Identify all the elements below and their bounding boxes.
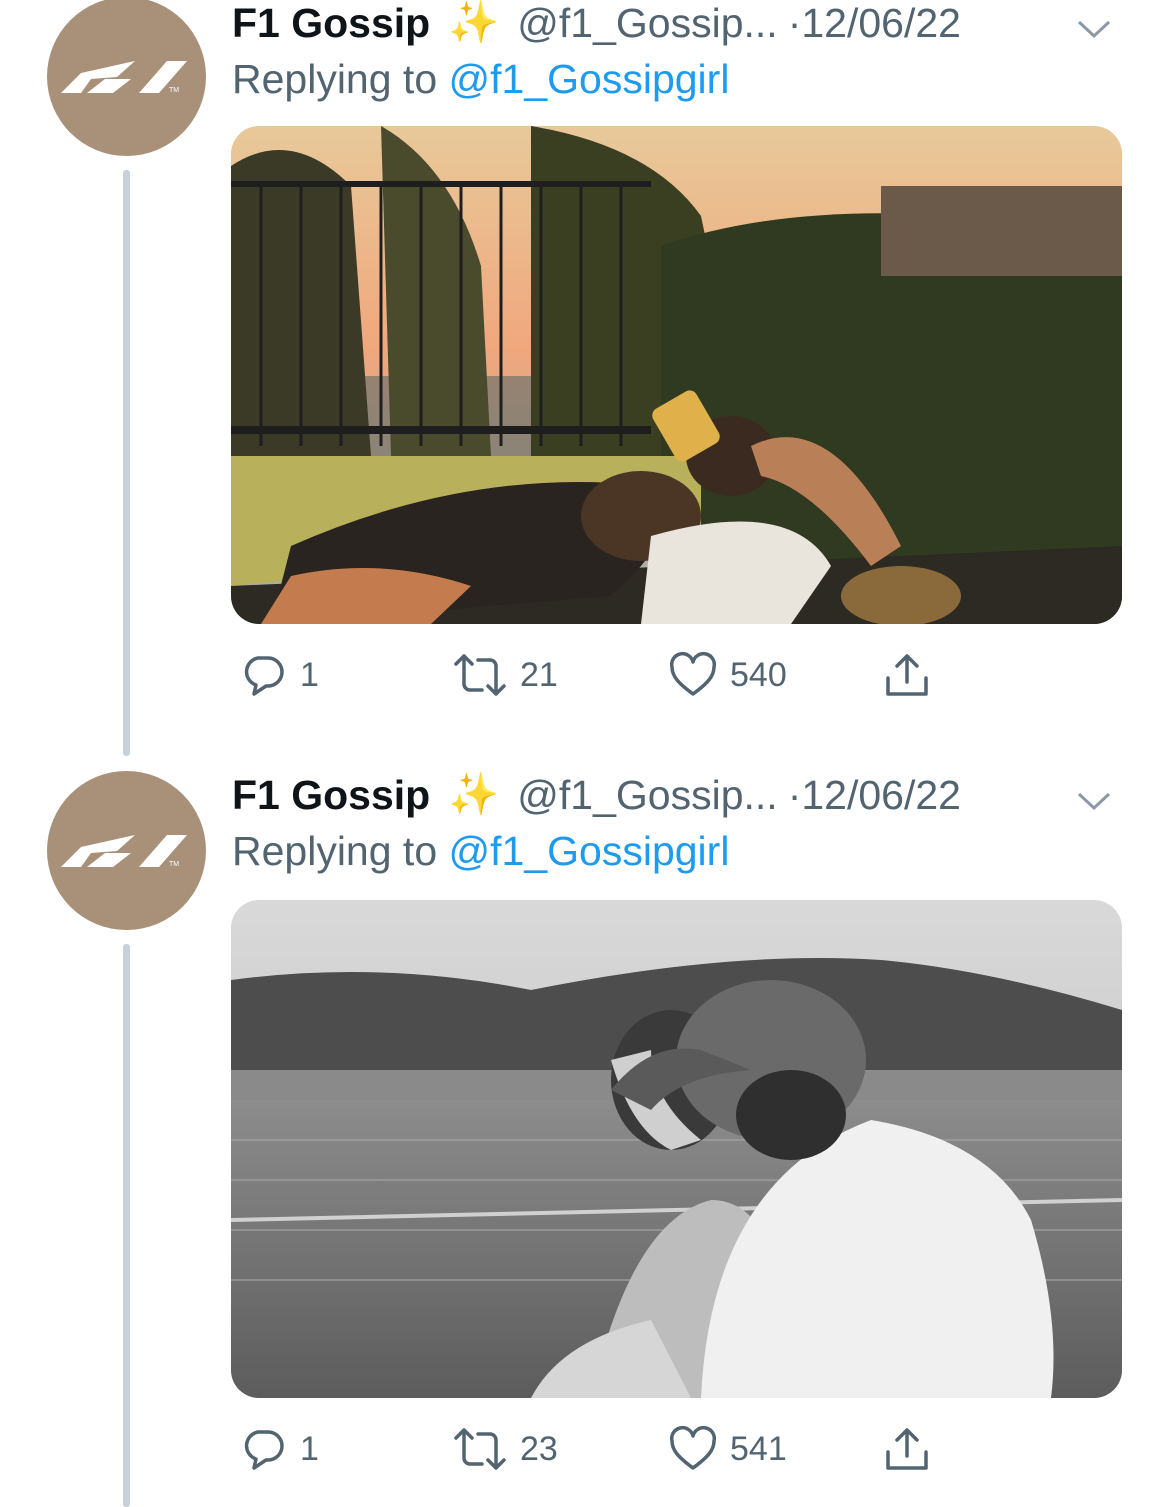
reply-button[interactable]: 1 [238, 1424, 319, 1474]
avatar[interactable]: TM [47, 0, 206, 156]
separator: · [787, 771, 802, 818]
reply-count: 1 [300, 1429, 319, 1468]
tweet-2[interactable]: TM F1 Gossip ✨ @f1_Gossip... · 12/06/22 … [0, 771, 1170, 1507]
separator: · [787, 0, 802, 46]
reply-count: 1 [300, 655, 319, 694]
replying-prefix: Replying to [232, 828, 438, 874]
retweet-icon [454, 654, 506, 696]
f1-logo-icon: TM [61, 835, 187, 868]
chevron-down-icon[interactable] [1076, 4, 1112, 51]
tweet-actions: 1 21 540 [232, 650, 952, 710]
like-button[interactable]: 540 [668, 650, 787, 700]
thread-line [123, 170, 130, 756]
like-count: 541 [730, 1429, 787, 1468]
retweet-count: 23 [520, 1429, 558, 1468]
reply-button[interactable]: 1 [238, 650, 319, 700]
tweet-header: F1 Gossip ✨ @f1_Gossip... · 12/06/22 [232, 0, 1140, 46]
reply-icon [244, 1430, 284, 1470]
replying-to-line: Replying to @f1_Gossipgirl [232, 828, 729, 875]
replying-prefix: Replying to [232, 56, 438, 102]
retweet-button[interactable]: 23 [452, 1424, 558, 1474]
tweet-header: F1 Gossip ✨ @f1_Gossip... · 12/06/22 [232, 771, 1140, 819]
share-button[interactable] [882, 650, 932, 700]
svg-text:TM: TM [169, 861, 179, 868]
share-icon [886, 654, 928, 696]
tweet-date[interactable]: 12/06/22 [801, 772, 961, 819]
author-name[interactable]: F1 Gossip [232, 772, 430, 819]
like-button[interactable]: 541 [668, 1424, 787, 1474]
avatar[interactable]: TM [47, 771, 206, 930]
mention-link[interactable]: @f1_Gossipgirl [449, 56, 730, 102]
tweet-1[interactable]: TM F1 Gossip ✨ @f1_Gossip... · 12/06/22 … [0, 0, 1170, 760]
tweet-photo[interactable] [231, 900, 1122, 1398]
tweet-date[interactable]: 12/06/22 [801, 0, 961, 47]
tweet-actions: 1 23 541 [232, 1424, 952, 1484]
mention-link[interactable]: @f1_Gossipgirl [449, 828, 730, 874]
chevron-down-icon[interactable] [1076, 776, 1112, 823]
f1-logo-icon: TM [61, 61, 187, 94]
sparkle-icon: ✨ [448, 771, 500, 817]
reply-icon [244, 656, 284, 696]
author-handle[interactable]: @f1_Gossip... [517, 0, 777, 47]
svg-text:TM: TM [169, 87, 179, 94]
like-count: 540 [730, 655, 787, 694]
replying-to-line: Replying to @f1_Gossipgirl [232, 56, 729, 103]
author-name[interactable]: F1 Gossip [232, 0, 430, 47]
author-handle[interactable]: @f1_Gossip... [517, 772, 777, 819]
retweet-icon [454, 1428, 506, 1470]
like-icon [669, 652, 717, 696]
retweet-count: 21 [520, 655, 558, 694]
share-icon [886, 1428, 928, 1470]
tweet-photo[interactable] [231, 126, 1122, 624]
sparkle-icon: ✨ [448, 0, 500, 45]
like-icon [669, 1426, 717, 1470]
thread-line [123, 944, 130, 1507]
share-button[interactable] [882, 1424, 932, 1474]
retweet-button[interactable]: 21 [452, 650, 558, 700]
